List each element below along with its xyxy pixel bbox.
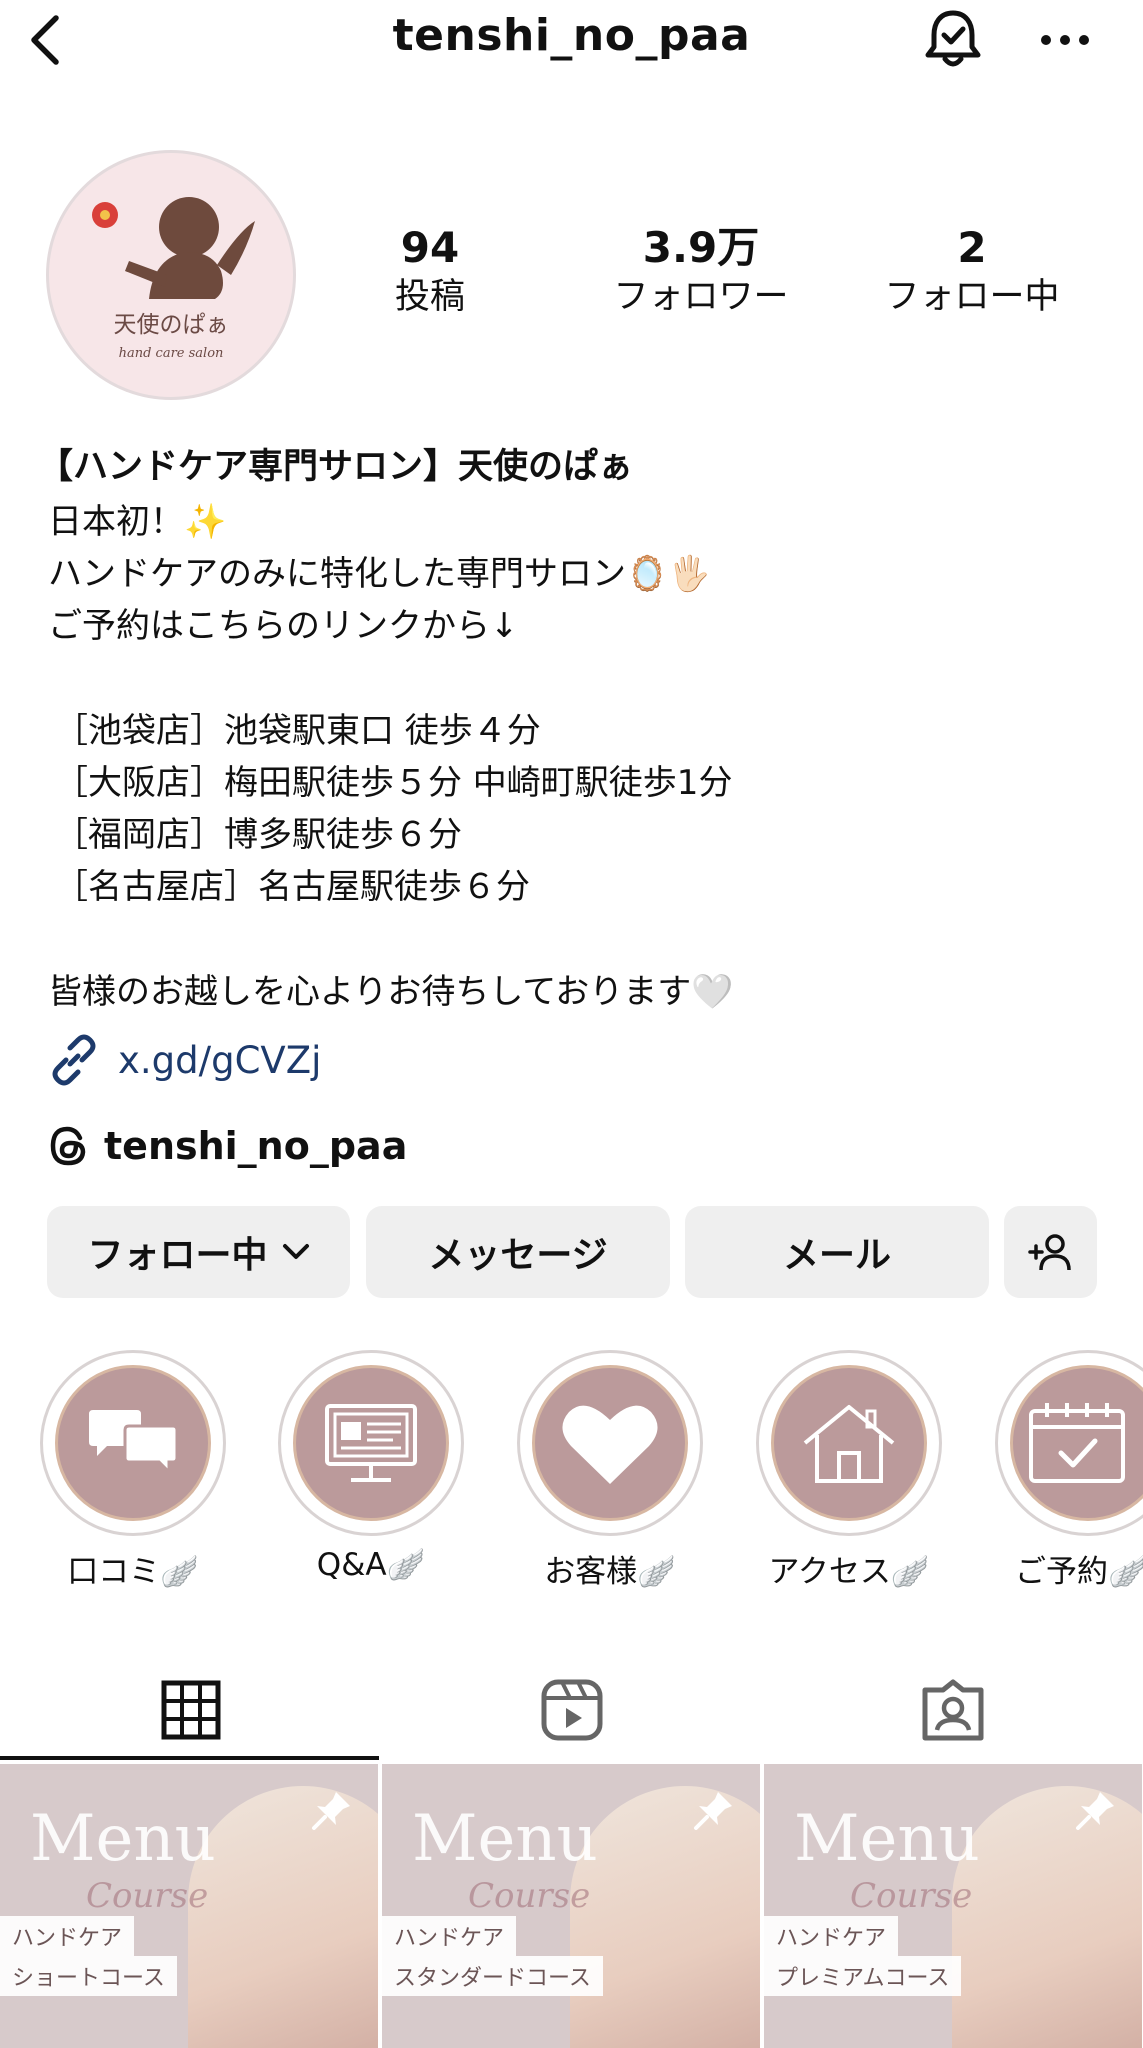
highlight-access-label: アクセス🪽 bbox=[768, 1554, 930, 1590]
pinned-icon bbox=[1070, 1784, 1122, 1836]
highlight-cover bbox=[55, 1365, 211, 1521]
highlight-cover bbox=[293, 1365, 449, 1521]
highlight-qa[interactable] bbox=[278, 1350, 464, 1536]
post-label-line2: プレミアムコース bbox=[764, 1956, 962, 1996]
profile-full-name: 【ハンドケア専門サロン】天使のぱぁ bbox=[38, 447, 634, 487]
stat-following[interactable]: 2 フォロー中 bbox=[872, 222, 1072, 320]
email-button[interactable]: メール bbox=[685, 1206, 989, 1298]
stat-followers[interactable]: 3.9万 フォロワー bbox=[596, 222, 806, 320]
post-label-line1: ハンドケア bbox=[0, 1916, 135, 1956]
following-button[interactable]: フォロー中 bbox=[47, 1206, 350, 1298]
tab-posts-grid[interactable] bbox=[0, 1660, 381, 1760]
post-course-title: Course bbox=[468, 1876, 591, 1916]
active-tab-indicator bbox=[0, 1756, 379, 1760]
highlight-customers-label: お客様🪽 bbox=[544, 1554, 676, 1590]
post-menu-title: Menu bbox=[794, 1802, 980, 1876]
top-bar: tenshi_no_paa bbox=[0, 0, 1143, 80]
heart-icon bbox=[562, 1405, 658, 1484]
threads-badge[interactable]: tenshi_no_paa bbox=[48, 1118, 407, 1174]
add-person-icon bbox=[1027, 1234, 1071, 1271]
stat-followers-label: フォロワー bbox=[613, 277, 789, 317]
chat-bubbles-icon bbox=[89, 1410, 179, 1476]
bio-line: ご予約はこちらのリンクから↓ bbox=[48, 606, 519, 646]
highlight-reviews[interactable] bbox=[40, 1350, 226, 1536]
avatar-subtitle: hand care salon bbox=[118, 346, 224, 361]
stat-posts-value: 94 bbox=[400, 223, 460, 272]
post-label-line2: ショートコース bbox=[0, 1956, 177, 1996]
bio-line: ［大阪店］梅田駅徒歩５分 中崎町駅徒歩1分 bbox=[54, 763, 733, 803]
bio-link[interactable]: x.gd/gCVZj bbox=[48, 1030, 321, 1090]
bio-line: ［池袋店］池袋駅東口 徒歩４分 bbox=[54, 711, 541, 751]
post-menu-title: Menu bbox=[30, 1802, 216, 1876]
highlight-qa-label: Q&A🪽 bbox=[316, 1547, 426, 1583]
stat-posts[interactable]: 94 投稿 bbox=[370, 222, 490, 320]
highlight-cover bbox=[771, 1365, 927, 1521]
bell-check-icon bbox=[925, 10, 981, 67]
stat-followers-value: 3.9万 bbox=[642, 223, 760, 272]
email-button-label: メール bbox=[782, 1235, 891, 1276]
tagged-icon bbox=[922, 1679, 983, 1741]
highlight-customers[interactable] bbox=[517, 1350, 703, 1536]
grid-icon bbox=[161, 1680, 220, 1740]
chevron-down-icon bbox=[282, 1244, 309, 1259]
pinned-icon bbox=[688, 1784, 740, 1836]
threads-username: tenshi_no_paa bbox=[104, 1124, 408, 1168]
threads-icon bbox=[50, 1126, 86, 1166]
message-button-label: メッセージ bbox=[428, 1235, 608, 1276]
avatar[interactable]: 天使のぱぁ hand care salon bbox=[46, 150, 296, 400]
post-tile[interactable]: Menu Course ハンドケア プレミアムコース bbox=[764, 1764, 1142, 2048]
tab-tagged[interactable] bbox=[762, 1660, 1143, 1760]
post-tile[interactable]: Menu Course ハンドケア ショートコース bbox=[0, 1764, 378, 2048]
post-label-line1: ハンドケア bbox=[382, 1916, 517, 1956]
bio-link-text[interactable]: x.gd/gCVZj bbox=[118, 1039, 321, 1082]
angel-logo-icon bbox=[92, 197, 255, 299]
avatar-title: 天使のぱぁ bbox=[113, 312, 229, 338]
post-menu-title: Menu bbox=[412, 1802, 598, 1876]
highlight-reviews-label: 口コミ🪽 bbox=[67, 1554, 199, 1590]
notifications-button[interactable] bbox=[918, 4, 988, 74]
stat-following-label: フォロー中 bbox=[884, 277, 1060, 317]
bio-line: 日本初！✨ bbox=[48, 502, 227, 542]
monitor-icon bbox=[325, 1404, 417, 1482]
highlight-access[interactable] bbox=[756, 1350, 942, 1536]
stat-following-value: 2 bbox=[957, 223, 987, 272]
house-icon bbox=[803, 1405, 895, 1483]
highlight-reservation[interactable] bbox=[995, 1350, 1143, 1536]
post-course-title: Course bbox=[86, 1876, 209, 1916]
pinned-icon bbox=[306, 1784, 358, 1836]
post-label-line2: スタンダードコース bbox=[382, 1956, 603, 1996]
highlight-reservation-label: ご予約🪽 bbox=[1015, 1554, 1143, 1590]
bio-line: 皆様のお越しを心よりお待ちしております🤍 bbox=[48, 972, 734, 1012]
post-course-title: Course bbox=[850, 1876, 973, 1916]
stat-posts-label: 投稿 bbox=[394, 277, 465, 317]
reels-icon bbox=[541, 1679, 602, 1741]
highlight-cover bbox=[1010, 1365, 1143, 1521]
message-button[interactable]: メッセージ bbox=[366, 1206, 670, 1298]
post-label-line1: ハンドケア bbox=[764, 1916, 899, 1956]
bio-line: ［名古屋店］名古屋駅徒歩６分 bbox=[54, 867, 530, 907]
link-icon bbox=[52, 1034, 96, 1086]
more-options-button[interactable] bbox=[1030, 8, 1100, 72]
bio-line: ハンドケアのみに特化した専門サロン🪞🖐🏻 bbox=[48, 554, 711, 594]
post-tile[interactable]: Menu Course ハンドケア スタンダードコース bbox=[382, 1764, 760, 2048]
suggest-people-button[interactable] bbox=[1004, 1206, 1097, 1298]
calendar-check-icon bbox=[1029, 1403, 1125, 1483]
more-horizontal-icon bbox=[1041, 35, 1089, 45]
bio-line: ［福岡店］博多駅徒歩６分 bbox=[54, 815, 462, 855]
tab-reels[interactable] bbox=[381, 1660, 762, 1760]
highlight-cover bbox=[532, 1365, 688, 1521]
following-button-label: フォロー中 bbox=[87, 1235, 268, 1276]
